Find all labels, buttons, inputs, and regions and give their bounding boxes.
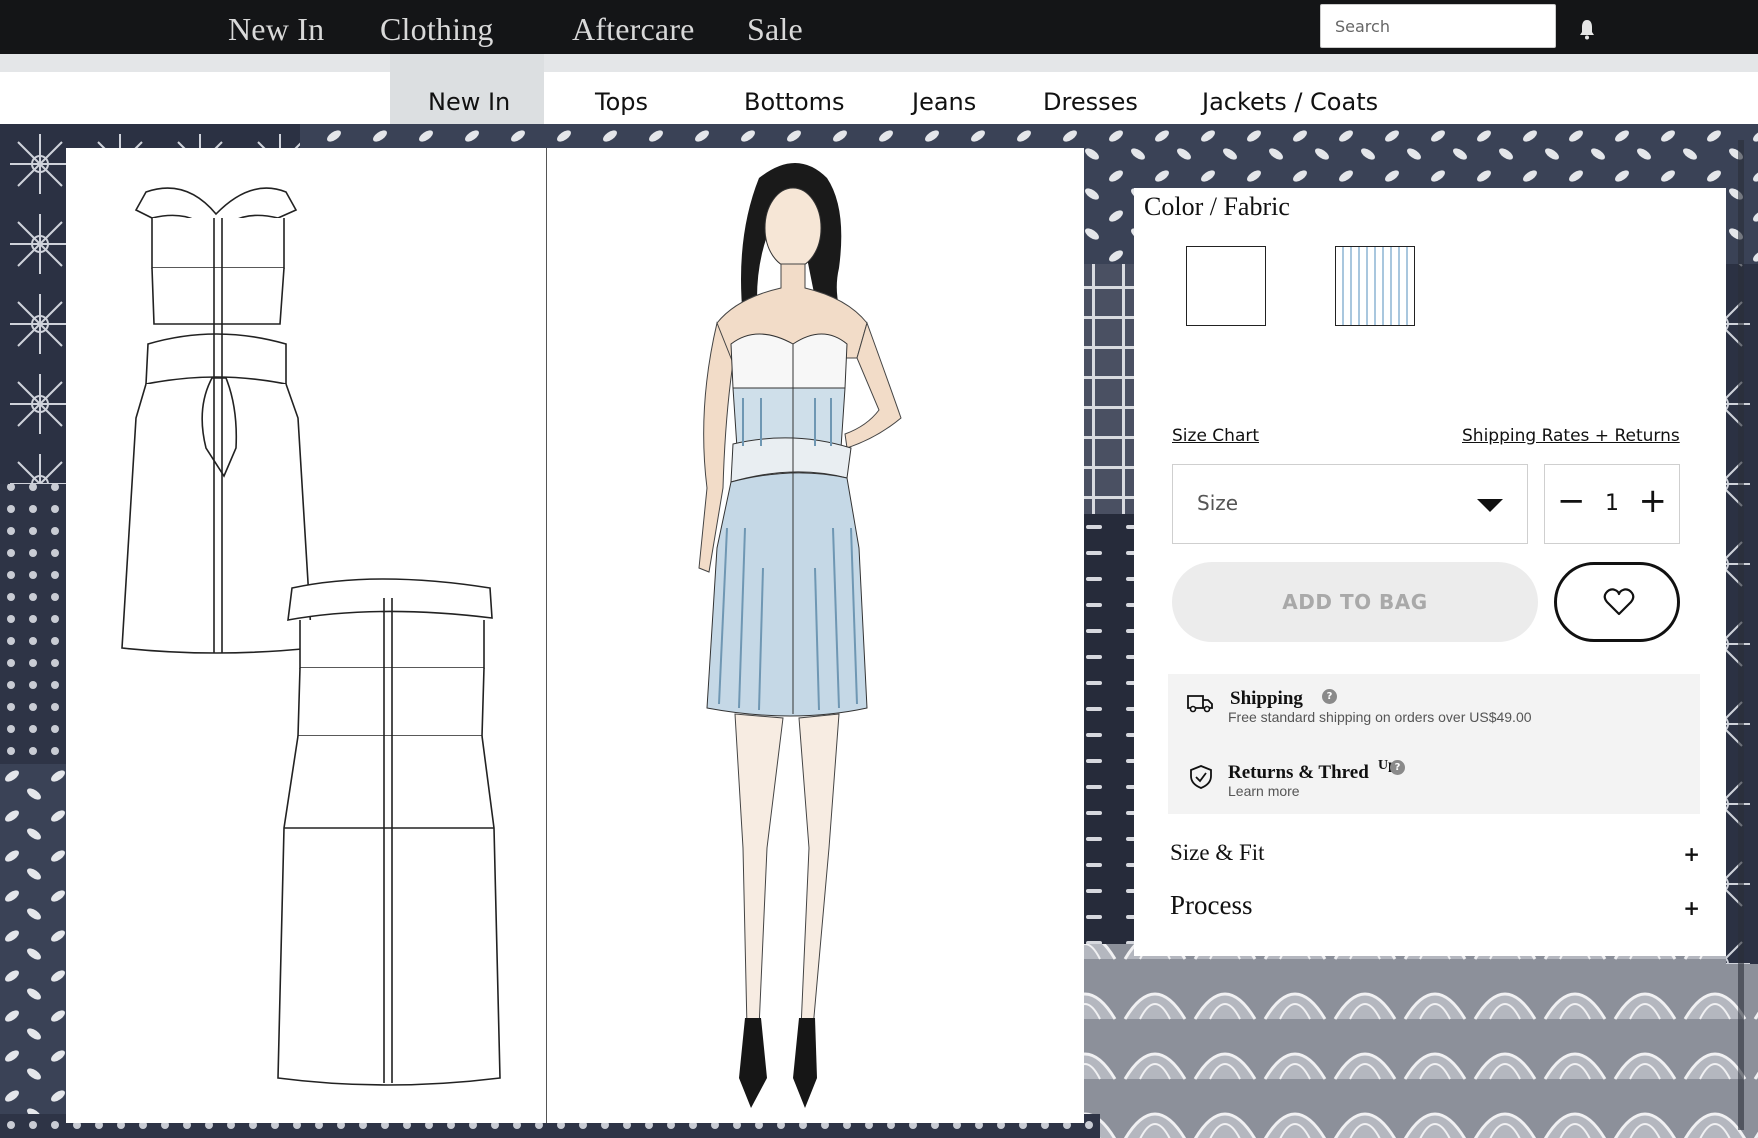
- nav-divider-strip: [0, 54, 1758, 72]
- sub-nav-tops[interactable]: Tops: [595, 88, 648, 116]
- wishlist-button[interactable]: [1554, 562, 1680, 642]
- shipping-subtitle: Free standard shipping on orders over US…: [1228, 709, 1532, 725]
- shield-check-icon: [1190, 765, 1212, 789]
- add-to-bag-button[interactable]: ADD TO BAG: [1172, 562, 1538, 642]
- process-accordion[interactable]: Process +: [1170, 890, 1700, 930]
- quantity-decrease-button[interactable]: −: [1557, 481, 1586, 521]
- sub-nav-jackets-coats[interactable]: Jackets / Coats: [1202, 88, 1378, 116]
- model-illustration-image: [546, 148, 1084, 1123]
- shipping-returns-info: Shipping ? Free standard shipping on ord…: [1168, 674, 1700, 814]
- size-chart-link[interactable]: Size Chart: [1172, 426, 1259, 446]
- flat-sketch-image: [66, 148, 546, 1123]
- page-scrollbar[interactable]: [1738, 140, 1744, 1130]
- bell-icon[interactable]: [1578, 18, 1596, 40]
- shipping-returns-link[interactable]: Shipping Rates + Returns: [1462, 426, 1680, 446]
- process-label: Process: [1170, 890, 1253, 920]
- top-nav-bar: New In Clothing Aftercare Sale: [0, 0, 1758, 54]
- shipping-help-icon[interactable]: ?: [1322, 689, 1337, 704]
- returns-help-icon[interactable]: ?: [1390, 760, 1405, 775]
- sub-nav-items: New In Tops Bottoms Jeans Dresses Jacket…: [0, 72, 1758, 124]
- sub-nav-bottoms[interactable]: Bottoms: [744, 88, 845, 116]
- size-select[interactable]: Size: [1172, 464, 1528, 544]
- heart-icon: [1603, 588, 1635, 616]
- sub-nav-jeans[interactable]: Jeans: [912, 88, 976, 116]
- plus-icon: +: [1683, 842, 1700, 866]
- size-fit-label: Size & Fit: [1170, 840, 1265, 865]
- top-nav-aftercare[interactable]: Aftercare: [572, 11, 695, 48]
- search-input[interactable]: [1320, 4, 1556, 48]
- dress-flat-sketch: [121, 187, 501, 1086]
- plus-icon: +: [1683, 896, 1700, 920]
- product-purchase-panel: Color / Fabric Size Chart Shipping Rates…: [1134, 188, 1726, 956]
- quantity-increase-button[interactable]: +: [1639, 481, 1668, 521]
- top-nav-sale[interactable]: Sale: [747, 11, 803, 48]
- chevron-down-icon: [1477, 499, 1503, 512]
- returns-title[interactable]: Returns & Thred: [1228, 762, 1369, 784]
- returns-learn-more[interactable]: Learn more: [1228, 783, 1300, 799]
- top-nav-new-in[interactable]: New In: [228, 11, 324, 48]
- quantity-value: 1: [1605, 491, 1619, 516]
- size-select-placeholder: Size: [1197, 491, 1239, 515]
- size-fit-accordion[interactable]: Size & Fit +: [1170, 836, 1700, 876]
- quantity-stepper: − 1 +: [1544, 464, 1680, 544]
- dress-model-illustration: [698, 163, 902, 1108]
- color-fabric-label: Color / Fabric: [1144, 192, 1290, 221]
- truck-icon: [1187, 695, 1213, 713]
- sub-nav-new-in[interactable]: New In: [428, 88, 510, 116]
- shipping-title[interactable]: Shipping: [1230, 688, 1303, 710]
- top-nav-clothing[interactable]: Clothing: [380, 11, 494, 48]
- sub-nav-dresses[interactable]: Dresses: [1043, 88, 1138, 116]
- swatch-blue-pinstripe[interactable]: [1335, 246, 1415, 326]
- swatch-white[interactable]: [1186, 246, 1266, 326]
